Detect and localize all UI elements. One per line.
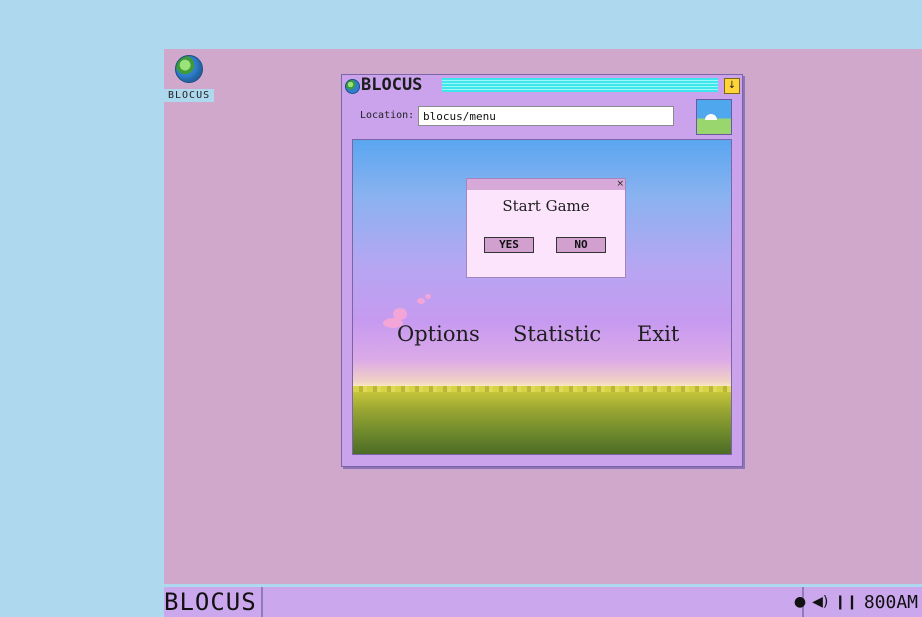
pink-cloud: [425, 294, 431, 299]
no-button[interactable]: NO: [556, 237, 606, 253]
globe-icon: [175, 55, 203, 83]
close-icon[interactable]: ×: [616, 179, 624, 189]
menu-exit-button[interactable]: Exit: [637, 322, 679, 346]
menu-options-button[interactable]: Options: [397, 322, 480, 346]
titlebar-stripes: [442, 78, 718, 92]
window-titlebar[interactable]: BLOCUS ↓: [342, 75, 742, 95]
speaker-icon[interactable]: ◀︎): [812, 594, 828, 610]
system-tray: ● ◀︎) ❙❙ 800AM: [794, 587, 922, 617]
desktop-icon-label: BLOCUS: [164, 89, 215, 102]
location-input[interactable]: [418, 106, 674, 126]
clock-time: 800AM: [863, 591, 918, 613]
dialog-titlebar: ×: [467, 179, 625, 190]
yes-button[interactable]: YES: [484, 237, 534, 253]
menu-statistic-button[interactable]: Statistic: [513, 322, 601, 346]
game-scene: Options Statistic Exit × Start Game YES …: [352, 139, 732, 455]
window-menu-button[interactable]: ↓: [724, 78, 740, 94]
window-title: BLOCUS: [361, 75, 423, 95]
globe-icon: [345, 79, 360, 94]
dialog-title: Start Game: [502, 197, 590, 215]
location-label: Location:: [360, 110, 415, 121]
taskbar: BLOCUS ● ◀︎) ❙❙ 800AM: [164, 587, 922, 617]
pause-icon[interactable]: ❙❙: [834, 594, 857, 610]
app-window: BLOCUS ↓ Location: Options Statistic Exi…: [341, 74, 743, 467]
pink-cloud: [417, 298, 425, 304]
start-button[interactable]: BLOCUS: [164, 587, 263, 617]
landscape-thumbnail-icon: [696, 99, 732, 135]
start-game-dialog: × Start Game YES NO: [466, 178, 626, 278]
balloon-icon[interactable]: ●: [794, 594, 806, 610]
desktop-icon-blocus[interactable]: BLOCUS: [164, 55, 215, 102]
ground: [353, 392, 731, 454]
